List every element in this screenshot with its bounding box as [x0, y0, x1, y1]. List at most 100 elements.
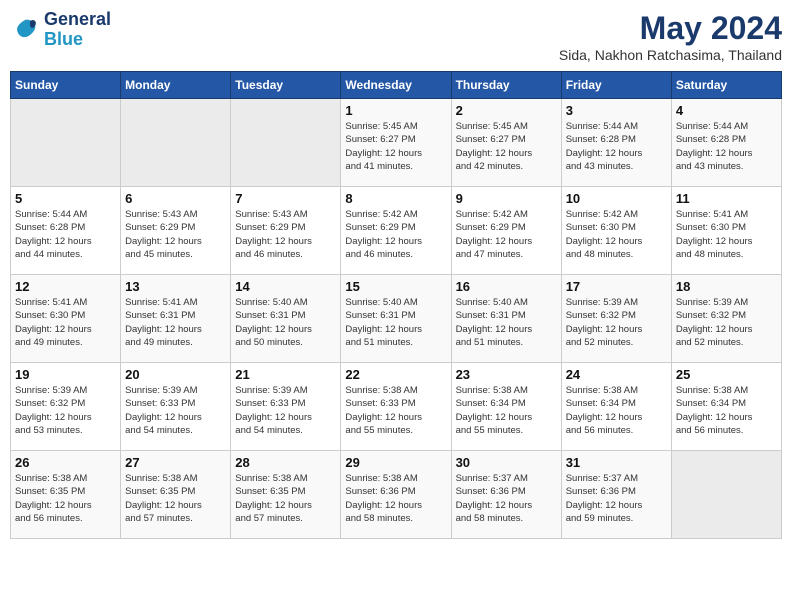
header-monday: Monday [121, 72, 231, 99]
day-number: 2 [456, 103, 557, 118]
day-cell-25: 25 Sunrise: 5:38 AM Sunset: 6:34 PM Dayli… [671, 363, 781, 451]
day-number: 29 [345, 455, 446, 470]
day-number: 5 [15, 191, 116, 206]
cell-info: Sunrise: 5:38 AM Sunset: 6:34 PM Dayligh… [456, 384, 557, 437]
calendar-week-3: 12 Sunrise: 5:41 AM Sunset: 6:30 PM Dayli… [11, 275, 782, 363]
day-number: 11 [676, 191, 777, 206]
cell-info: Sunrise: 5:43 AM Sunset: 6:29 PM Dayligh… [235, 208, 336, 261]
day-cell-3: 3Sunrise: 5:44 AM Sunset: 6:28 PM Daylig… [561, 99, 671, 187]
calendar-week-1: 1Sunrise: 5:45 AM Sunset: 6:27 PM Daylig… [11, 99, 782, 187]
day-cell-9: 9 Sunrise: 5:42 AM Sunset: 6:29 PM Daylig… [451, 187, 561, 275]
day-number: 9 [456, 191, 557, 206]
day-cell-12: 12 Sunrise: 5:41 AM Sunset: 6:30 PM Dayli… [11, 275, 121, 363]
day-cell-5: 5Sunrise: 5:44 AM Sunset: 6:28 PM Daylig… [11, 187, 121, 275]
cell-info: Sunrise: 5:41 AM Sunset: 6:31 PM Dayligh… [125, 296, 226, 349]
day-cell-13: 13 Sunrise: 5:41 AM Sunset: 6:31 PM Dayli… [121, 275, 231, 363]
cell-info: Sunrise: 5:40 AM Sunset: 6:31 PM Dayligh… [235, 296, 336, 349]
logo-text: General Blue [44, 10, 111, 50]
day-number: 30 [456, 455, 557, 470]
day-cell-29: 29Sunrise: 5:38 AM Sunset: 6:36 PM Dayli… [341, 451, 451, 539]
cell-info: Sunrise: 5:45 AM Sunset: 6:27 PM Dayligh… [456, 120, 557, 173]
header-saturday: Saturday [671, 72, 781, 99]
cell-info: Sunrise: 5:45 AM Sunset: 6:27 PM Dayligh… [345, 120, 446, 173]
day-number: 31 [566, 455, 667, 470]
cell-info: Sunrise: 5:39 AM Sunset: 6:32 PM Dayligh… [566, 296, 667, 349]
day-number: 28 [235, 455, 336, 470]
day-number: 14 [235, 279, 336, 294]
cell-info: Sunrise: 5:44 AM Sunset: 6:28 PM Dayligh… [676, 120, 777, 173]
day-number: 17 [566, 279, 667, 294]
day-cell-24: 24 Sunrise: 5:38 AM Sunset: 6:34 PM Dayli… [561, 363, 671, 451]
logo-line2: Blue [44, 30, 111, 50]
day-number: 13 [125, 279, 226, 294]
day-cell-20: 20Sunrise: 5:39 AM Sunset: 6:33 PM Dayli… [121, 363, 231, 451]
cell-info: Sunrise: 5:39 AM Sunset: 6:32 PM Dayligh… [15, 384, 116, 437]
day-number: 22 [345, 367, 446, 382]
cell-info: Sunrise: 5:38 AM Sunset: 6:35 PM Dayligh… [15, 472, 116, 525]
day-cell-26: 26 Sunrise: 5:38 AM Sunset: 6:35 PM Dayli… [11, 451, 121, 539]
day-cell-6: 6Sunrise: 5:43 AM Sunset: 6:29 PM Daylig… [121, 187, 231, 275]
calendar-week-2: 5Sunrise: 5:44 AM Sunset: 6:28 PM Daylig… [11, 187, 782, 275]
day-number: 25 [676, 367, 777, 382]
main-title: May 2024 [559, 10, 782, 47]
calendar-week-4: 19 Sunrise: 5:39 AM Sunset: 6:32 PM Dayli… [11, 363, 782, 451]
day-number: 16 [456, 279, 557, 294]
day-cell-30: 30 Sunrise: 5:37 AM Sunset: 6:36 PM Dayli… [451, 451, 561, 539]
header-tuesday: Tuesday [231, 72, 341, 99]
day-number: 27 [125, 455, 226, 470]
cell-info: Sunrise: 5:40 AM Sunset: 6:31 PM Dayligh… [345, 296, 446, 349]
day-cell-18: 18Sunrise: 5:39 AM Sunset: 6:32 PM Dayli… [671, 275, 781, 363]
logo-line1: General [44, 10, 111, 30]
cell-info: Sunrise: 5:37 AM Sunset: 6:36 PM Dayligh… [566, 472, 667, 525]
cell-info: Sunrise: 5:38 AM Sunset: 6:34 PM Dayligh… [566, 384, 667, 437]
day-number: 6 [125, 191, 226, 206]
day-number: 23 [456, 367, 557, 382]
day-cell-11: 11 Sunrise: 5:41 AM Sunset: 6:30 PM Dayli… [671, 187, 781, 275]
cell-info: Sunrise: 5:41 AM Sunset: 6:30 PM Dayligh… [15, 296, 116, 349]
day-cell-4: 4 Sunrise: 5:44 AM Sunset: 6:28 PM Daylig… [671, 99, 781, 187]
cell-info: Sunrise: 5:38 AM Sunset: 6:34 PM Dayligh… [676, 384, 777, 437]
title-area: May 2024 Sida, Nakhon Ratchasima, Thaila… [559, 10, 782, 63]
day-cell-31: 31 Sunrise: 5:37 AM Sunset: 6:36 PM Dayli… [561, 451, 671, 539]
empty-cell [231, 99, 341, 187]
day-cell-28: 28 Sunrise: 5:38 AM Sunset: 6:35 PM Dayli… [231, 451, 341, 539]
day-number: 26 [15, 455, 116, 470]
day-cell-14: 14 Sunrise: 5:40 AM Sunset: 6:31 PM Dayli… [231, 275, 341, 363]
logo-icon [10, 15, 40, 45]
cell-info: Sunrise: 5:38 AM Sunset: 6:33 PM Dayligh… [345, 384, 446, 437]
cell-info: Sunrise: 5:42 AM Sunset: 6:29 PM Dayligh… [345, 208, 446, 261]
day-cell-16: 16 Sunrise: 5:40 AM Sunset: 6:31 PM Dayli… [451, 275, 561, 363]
logo: General Blue [10, 10, 111, 50]
sub-title: Sida, Nakhon Ratchasima, Thailand [559, 47, 782, 63]
cell-info: Sunrise: 5:40 AM Sunset: 6:31 PM Dayligh… [456, 296, 557, 349]
day-number: 4 [676, 103, 777, 118]
cell-info: Sunrise: 5:37 AM Sunset: 6:36 PM Dayligh… [456, 472, 557, 525]
day-cell-17: 17 Sunrise: 5:39 AM Sunset: 6:32 PM Dayli… [561, 275, 671, 363]
day-number: 24 [566, 367, 667, 382]
day-number: 19 [15, 367, 116, 382]
day-number: 15 [345, 279, 446, 294]
day-number: 7 [235, 191, 336, 206]
day-number: 21 [235, 367, 336, 382]
header-thursday: Thursday [451, 72, 561, 99]
calendar-week-5: 26 Sunrise: 5:38 AM Sunset: 6:35 PM Dayli… [11, 451, 782, 539]
cell-info: Sunrise: 5:38 AM Sunset: 6:35 PM Dayligh… [235, 472, 336, 525]
day-cell-15: 15 Sunrise: 5:40 AM Sunset: 6:31 PM Dayli… [341, 275, 451, 363]
cell-info: Sunrise: 5:42 AM Sunset: 6:29 PM Dayligh… [456, 208, 557, 261]
cell-info: Sunrise: 5:41 AM Sunset: 6:30 PM Dayligh… [676, 208, 777, 261]
day-number: 3 [566, 103, 667, 118]
day-cell-8: 8Sunrise: 5:42 AM Sunset: 6:29 PM Daylig… [341, 187, 451, 275]
day-number: 10 [566, 191, 667, 206]
calendar-table: SundayMondayTuesdayWednesdayThursdayFrid… [10, 71, 782, 539]
day-number: 12 [15, 279, 116, 294]
day-number: 18 [676, 279, 777, 294]
day-cell-7: 7 Sunrise: 5:43 AM Sunset: 6:29 PM Daylig… [231, 187, 341, 275]
cell-info: Sunrise: 5:38 AM Sunset: 6:35 PM Dayligh… [125, 472, 226, 525]
day-number: 20 [125, 367, 226, 382]
empty-cell [121, 99, 231, 187]
page-header: General Blue May 2024 Sida, Nakhon Ratch… [10, 10, 782, 63]
day-cell-2: 2 Sunrise: 5:45 AM Sunset: 6:27 PM Daylig… [451, 99, 561, 187]
header-friday: Friday [561, 72, 671, 99]
day-cell-27: 27 Sunrise: 5:38 AM Sunset: 6:35 PM Dayli… [121, 451, 231, 539]
empty-cell [671, 451, 781, 539]
